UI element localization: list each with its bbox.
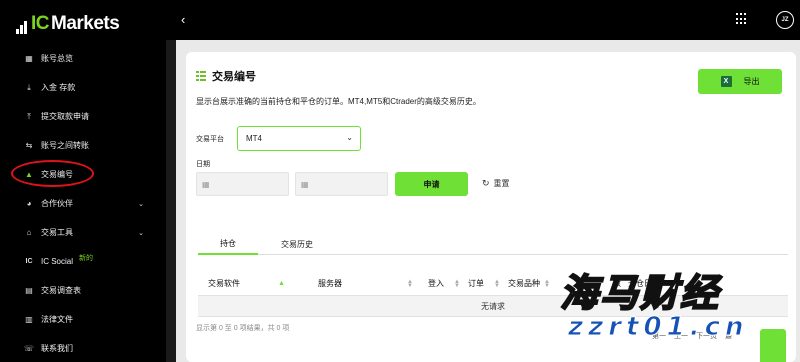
calendar-icon: ▦ xyxy=(202,179,210,189)
chevron-down-icon: ⌄ xyxy=(138,200,144,208)
table-info: 显示第 0 至 0 项结果，共 0 项 xyxy=(196,325,290,332)
sidebar-item-label: 交易工具 xyxy=(41,228,73,237)
sidebar-item-label: IC Social xyxy=(41,257,74,266)
sidebar-item-label: 合作伙伴 xyxy=(41,199,73,208)
date-label: 日期 xyxy=(196,161,210,168)
sort-icon: ▲ ▼ xyxy=(494,278,500,289)
sidebar-item-deposit[interactable]: ⤓ 入金 存款 xyxy=(0,73,166,102)
new-badge: 新的 xyxy=(79,254,94,262)
sidebar-item-label: 账号之间转账 xyxy=(41,141,89,150)
tab-bar: 持仓 交易历史 xyxy=(198,234,788,255)
col-volume[interactable]: 数 xyxy=(613,278,621,289)
sort-icon: ▲ ▼ xyxy=(544,278,550,289)
highlight-ring xyxy=(11,160,94,187)
empty-text: 无请求 xyxy=(481,301,505,311)
col-server[interactable]: 服务器 ▲ ▼ xyxy=(318,278,413,289)
logo-prefix: IC xyxy=(31,13,50,34)
col-open-date[interactable]: 开仓日期 xyxy=(628,278,660,289)
page-last[interactable]: 最 xyxy=(725,331,732,341)
platform-label: 交易平台 xyxy=(196,136,224,143)
excel-icon: X xyxy=(720,76,732,87)
col-platform[interactable]: 交易软件 ▲ xyxy=(208,278,285,289)
page-first[interactable]: 第一 xyxy=(652,331,666,341)
sidebar: IC Markets ▦ 账号总览 ⤓ 入金 存款 ⤒ 提交取款申请 ⇆ 账号之… xyxy=(0,0,166,362)
platform-select[interactable]: MT4 ⌄ xyxy=(237,126,361,151)
table-empty-row: 无请求 xyxy=(198,295,788,317)
refresh-icon: ↻ xyxy=(482,178,490,188)
main-content: 交易编号 X 导出 显示台展示准确的当前持仓和平仓的订单。MT4,MT5和Ctr… xyxy=(176,40,800,362)
page-next[interactable]: 下一页 xyxy=(696,331,717,341)
reset-label: 重置 xyxy=(493,179,510,188)
platform-value: MT4 xyxy=(246,134,262,143)
sidebar-item-label: 法律文件 xyxy=(41,315,73,324)
page-header: 交易编号 xyxy=(196,68,256,84)
contact-icon: ☏ xyxy=(24,344,35,353)
sidebar-item-label: 交易调查表 xyxy=(41,286,81,295)
reset-button[interactable]: ↻ 重置 xyxy=(482,178,510,189)
apply-button[interactable]: 申请 xyxy=(395,172,468,196)
chevron-down-icon: ⌄ xyxy=(138,229,144,237)
sidebar-item-withdraw[interactable]: ⤒ 提交取款申请 xyxy=(0,102,166,131)
sidebar-item-partners[interactable]: ◕ 合作伙伴 ⌄ xyxy=(0,189,166,218)
trading-card: 交易编号 X 导出 显示台展示准确的当前持仓和平仓的订单。MT4,MT5和Ctr… xyxy=(186,52,796,362)
sidebar-item-contact[interactable]: ☏ 联系我们 xyxy=(0,334,166,362)
tools-icon: ⌂ xyxy=(26,228,32,237)
sidebar-item-tools[interactable]: ⌂ 交易工具 ⌄ xyxy=(0,218,166,247)
tab-open-positions[interactable]: 持仓 xyxy=(198,234,258,255)
end-date-input[interactable]: ▦ xyxy=(295,172,388,196)
sidebar-item-transfer[interactable]: ⇆ 账号之间转账 xyxy=(0,131,166,160)
sidebar-item-survey[interactable]: ▤ 交易调查表 xyxy=(0,276,166,305)
export-label: 导出 xyxy=(743,77,760,86)
top-bar: ‹ JZ xyxy=(166,0,800,40)
sidebar-item-label: 入金 存款 xyxy=(41,83,76,92)
logo-name: Markets xyxy=(51,13,120,34)
dashboard-icon: ▦ xyxy=(25,54,33,63)
legal-icon: ▥ xyxy=(25,315,33,324)
sidebar-nav: ▦ 账号总览 ⤓ 入金 存款 ⤒ 提交取款申请 ⇆ 账号之间转账 ▲ 交易编号 … xyxy=(0,44,166,362)
back-button[interactable]: ‹ xyxy=(181,12,185,27)
page-title: 交易编号 xyxy=(212,71,256,83)
logo-bars-icon xyxy=(16,18,27,34)
survey-icon: ▤ xyxy=(25,286,33,295)
export-button[interactable]: X 导出 xyxy=(698,69,782,94)
sidebar-item-ic-social[interactable]: IC IC Social 新的 xyxy=(0,247,166,276)
ic-social-icon: IC xyxy=(25,258,33,265)
sidebar-item-label: 提交取款申请 xyxy=(41,112,89,121)
col-symbol[interactable]: 交易品种 ▲ ▼ xyxy=(508,278,550,289)
sort-asc-icon: ▲ xyxy=(278,279,285,287)
avatar[interactable]: JZ xyxy=(776,11,794,29)
page-description: 显示台展示准确的当前持仓和平仓的订单。MT4,MT5和Ctrader的高级交易历… xyxy=(196,97,481,106)
chat-button[interactable] xyxy=(760,329,786,362)
transfer-icon: ⇆ xyxy=(25,141,33,150)
sort-icon: ▲ ▼ xyxy=(407,278,413,289)
withdraw-icon: ⤒ xyxy=(27,111,31,121)
page-prev[interactable]: 上一 xyxy=(674,331,688,341)
calendar-icon: ▦ xyxy=(301,179,309,189)
list-icon xyxy=(196,71,206,81)
sidebar-item-account-overview[interactable]: ▦ 账号总览 xyxy=(0,44,166,73)
start-date-input[interactable]: ▦ xyxy=(196,172,289,196)
apps-grid-icon[interactable] xyxy=(736,13,748,25)
sidebar-item-label: 联系我们 xyxy=(41,344,73,353)
sidebar-item-label: 账号总览 xyxy=(41,54,73,63)
deposit-icon: ⤓ xyxy=(27,82,31,92)
table-header: 交易软件 ▲ 服务器 ▲▼ 登入 ▲▼ 订单 ▲▼ 交易品种 ▲▼ 数 xyxy=(198,274,788,294)
col-login[interactable]: 登入 ▲ ▼ xyxy=(428,278,460,289)
sidebar-item-legal[interactable]: ▥ 法律文件 xyxy=(0,305,166,334)
partner-icon: ◕ xyxy=(26,199,32,208)
chevron-down-icon: ⌄ xyxy=(346,133,353,142)
col-order[interactable]: 订单 ▲ ▼ xyxy=(468,278,500,289)
sort-icon: ▲ ▼ xyxy=(454,278,460,289)
ic-markets-logo[interactable]: IC Markets xyxy=(16,10,120,34)
tab-trade-history[interactable]: 交易历史 xyxy=(262,234,332,255)
pagination: 第一 上一 下一页 最 xyxy=(652,331,732,341)
